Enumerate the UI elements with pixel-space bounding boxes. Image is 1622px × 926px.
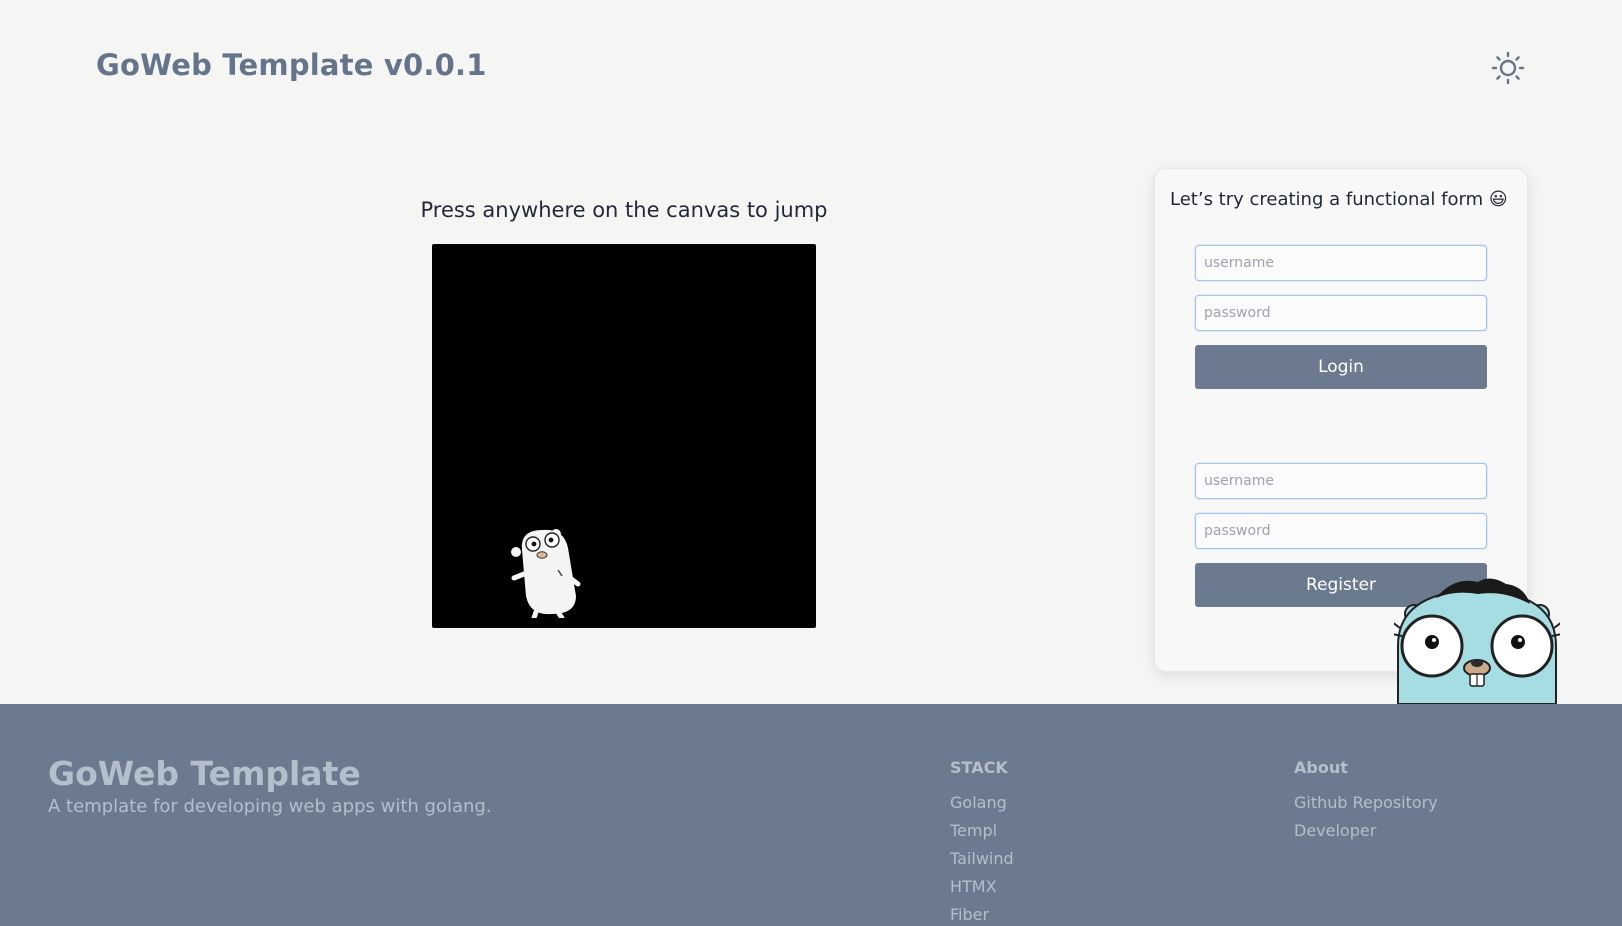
footer-link-tailwind[interactable]: Tailwind xyxy=(950,849,1014,877)
footer-link-fiber[interactable]: Fiber xyxy=(950,905,1014,926)
footer-link-github-repository[interactable]: Github Repository xyxy=(1294,793,1438,821)
page: GoWeb Template v0.0.1 Press anywhere on … xyxy=(0,0,1622,926)
gopher-sprite xyxy=(511,529,581,618)
site-title[interactable]: GoWeb Template v0.0.1 xyxy=(96,48,487,82)
register-username-input[interactable] xyxy=(1195,463,1487,499)
footer-stack-title: STACK xyxy=(950,758,1008,777)
canvas-caption: Press anywhere on the canvas to jump xyxy=(420,198,828,222)
footer-link-golang[interactable]: Golang xyxy=(950,793,1014,821)
register-password-input[interactable] xyxy=(1195,513,1487,549)
gopher-mascot-icon xyxy=(1394,578,1560,704)
footer-link-developer[interactable]: Developer xyxy=(1294,821,1438,849)
footer: GoWeb Template A template for developing… xyxy=(0,704,1622,926)
form-heading: Let’s try creating a functional form 😃 xyxy=(1170,189,1508,210)
footer-link-htmx[interactable]: HTMX xyxy=(950,877,1014,905)
login-button[interactable]: Login xyxy=(1195,345,1487,389)
login-password-input[interactable] xyxy=(1195,295,1487,331)
login-username-input[interactable] xyxy=(1195,245,1487,281)
theme-toggle-button[interactable] xyxy=(1488,48,1528,88)
game-canvas[interactable] xyxy=(432,244,816,628)
footer-about-title: About xyxy=(1294,758,1348,777)
footer-brand: GoWeb Template xyxy=(48,754,361,793)
footer-stack-column: STACK Golang Templ Tailwind HTMX Fiber xyxy=(950,758,1014,926)
footer-link-templ[interactable]: Templ xyxy=(950,821,1014,849)
footer-tagline: A template for developing web apps with … xyxy=(48,796,492,817)
sun-icon xyxy=(1491,51,1525,85)
footer-about-column: About Github Repository Developer xyxy=(1294,758,1438,849)
